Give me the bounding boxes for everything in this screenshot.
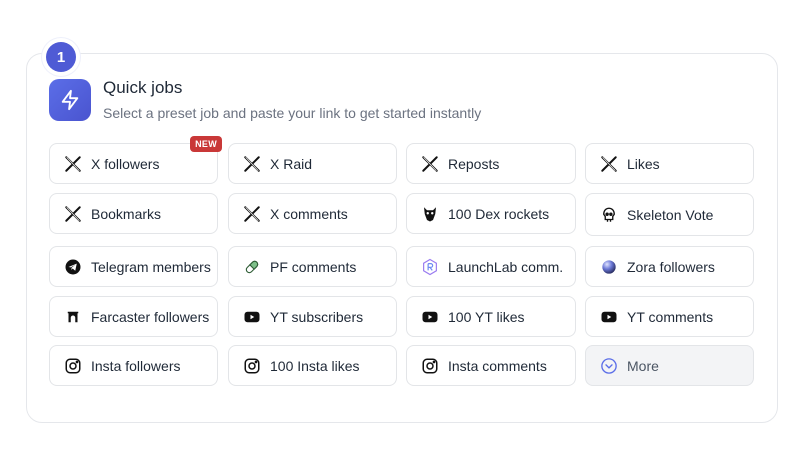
- pill-icon: [243, 258, 261, 276]
- job-label: PF comments: [270, 258, 357, 275]
- step-number-badge: 1: [46, 42, 76, 72]
- job-yt-likes[interactable]: 100 YT likes: [406, 296, 576, 337]
- job-label: Skeleton Vote: [627, 206, 714, 223]
- job-insta-followers[interactable]: Insta followers: [49, 345, 218, 386]
- job-label: Insta comments: [448, 357, 547, 374]
- youtube-icon: [600, 308, 618, 326]
- job-label: Likes: [627, 155, 660, 172]
- x-logo-icon: [64, 205, 82, 223]
- job-yt-comments[interactable]: YT comments: [585, 296, 754, 337]
- job-zora-followers[interactable]: Zora followers: [585, 246, 754, 287]
- telegram-icon: [64, 258, 82, 276]
- skull-icon: [600, 206, 618, 224]
- dex-owl-icon: [421, 205, 439, 223]
- job-label: Telegram members: [91, 258, 211, 275]
- section-subtitle: Select a preset job and paste your link …: [103, 105, 482, 121]
- lightning-icon: [49, 79, 91, 121]
- job-label: YT subscribers: [270, 308, 364, 325]
- job-x-comments[interactable]: X comments: [228, 193, 397, 234]
- job-label: Zora followers: [627, 258, 715, 275]
- job-bookmarks[interactable]: Bookmarks: [49, 193, 218, 234]
- youtube-icon: [421, 308, 439, 326]
- x-logo-icon: [64, 155, 82, 173]
- launchlab-icon: [421, 258, 439, 276]
- job-x-followers[interactable]: X followers NEW: [49, 136, 222, 184]
- job-label: YT comments: [627, 308, 714, 325]
- job-telegram-members[interactable]: Telegram members: [49, 246, 218, 287]
- x-logo-icon: [421, 155, 439, 173]
- job-label: 100 Insta likes: [270, 357, 360, 374]
- x-logo-icon: [243, 205, 261, 223]
- job-label: 100 YT likes: [448, 308, 525, 325]
- job-label: X comments: [270, 205, 348, 222]
- job-insta-comments[interactable]: Insta comments: [406, 345, 576, 386]
- new-badge: NEW: [190, 136, 222, 152]
- job-dex-rockets[interactable]: 100 Dex rockets: [406, 193, 576, 234]
- job-pf-comments[interactable]: PF comments: [228, 246, 397, 287]
- job-label: Farcaster followers: [91, 308, 210, 325]
- job-label: X Raid: [270, 155, 313, 172]
- chevron-down-circle-icon: [600, 357, 618, 375]
- job-likes[interactable]: Likes: [585, 143, 754, 184]
- job-label: Bookmarks: [91, 205, 162, 222]
- x-logo-icon: [243, 155, 261, 173]
- job-skeleton-vote[interactable]: Skeleton Vote: [585, 193, 754, 236]
- job-label: Reposts: [448, 155, 500, 172]
- job-x-raid[interactable]: X Raid: [228, 143, 397, 184]
- zora-orb-icon: [600, 258, 618, 276]
- instagram-icon: [421, 357, 439, 375]
- job-reposts[interactable]: Reposts: [406, 143, 576, 184]
- job-label: X followers: [91, 155, 160, 172]
- job-label: LaunchLab comm.: [448, 258, 564, 275]
- youtube-icon: [243, 308, 261, 326]
- section-title: Quick jobs: [103, 78, 183, 97]
- job-label: Insta followers: [91, 357, 181, 374]
- farcaster-icon: [64, 308, 82, 326]
- more-button[interactable]: More: [585, 345, 754, 386]
- instagram-icon: [64, 357, 82, 375]
- instagram-icon: [243, 357, 261, 375]
- job-label: 100 Dex rockets: [448, 205, 550, 222]
- x-logo-icon: [600, 155, 618, 173]
- job-launchlab-comments[interactable]: LaunchLab comm.: [406, 246, 576, 287]
- job-insta-likes[interactable]: 100 Insta likes: [228, 345, 397, 386]
- job-farcaster-followers[interactable]: Farcaster followers: [49, 296, 218, 337]
- job-label: More: [627, 357, 659, 374]
- job-yt-subscribers[interactable]: YT subscribers: [228, 296, 397, 337]
